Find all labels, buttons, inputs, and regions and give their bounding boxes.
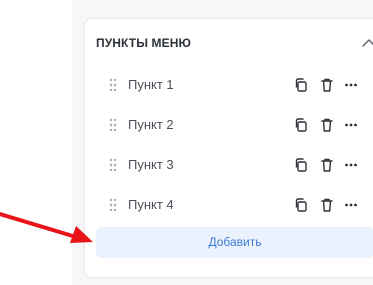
- chevron-up-icon[interactable]: [361, 36, 373, 50]
- trash-icon[interactable]: [320, 157, 334, 173]
- drag-handle-icon[interactable]: [108, 198, 118, 212]
- copy-icon[interactable]: [294, 117, 308, 133]
- copy-icon[interactable]: [294, 197, 308, 213]
- menu-item-label: Пункт 1: [128, 77, 174, 92]
- more-horizontal-icon[interactable]: [344, 117, 358, 133]
- menu-item-label: Пункт 2: [128, 117, 174, 132]
- menu-item[interactable]: Пункт 2: [95, 109, 373, 141]
- more-horizontal-icon[interactable]: [344, 197, 358, 213]
- copy-icon[interactable]: [294, 157, 308, 173]
- menu-item-label: Пункт 4: [128, 197, 174, 212]
- drag-handle-icon[interactable]: [108, 158, 118, 172]
- menu-item[interactable]: Пункт 1: [95, 69, 373, 101]
- left-pane: [0, 0, 72, 285]
- more-horizontal-icon[interactable]: [344, 77, 358, 93]
- menu-items-panel: ПУНКТЫ МЕНЮ Пункт 1 Пункт 2 Пункт 3 Пунк…: [84, 18, 373, 278]
- drag-handle-icon[interactable]: [108, 118, 118, 132]
- add-menu-item-button[interactable]: Добавить: [96, 227, 373, 258]
- copy-icon[interactable]: [294, 77, 308, 93]
- drag-handle-icon[interactable]: [108, 78, 118, 92]
- menu-item[interactable]: Пункт 3: [95, 149, 373, 181]
- menu-item-label: Пункт 3: [128, 157, 174, 172]
- trash-icon[interactable]: [320, 77, 334, 93]
- menu-item[interactable]: Пункт 4: [95, 189, 373, 221]
- trash-icon[interactable]: [320, 197, 334, 213]
- more-horizontal-icon[interactable]: [344, 157, 358, 173]
- trash-icon[interactable]: [320, 117, 334, 133]
- panel-title: ПУНКТЫ МЕНЮ: [96, 36, 191, 50]
